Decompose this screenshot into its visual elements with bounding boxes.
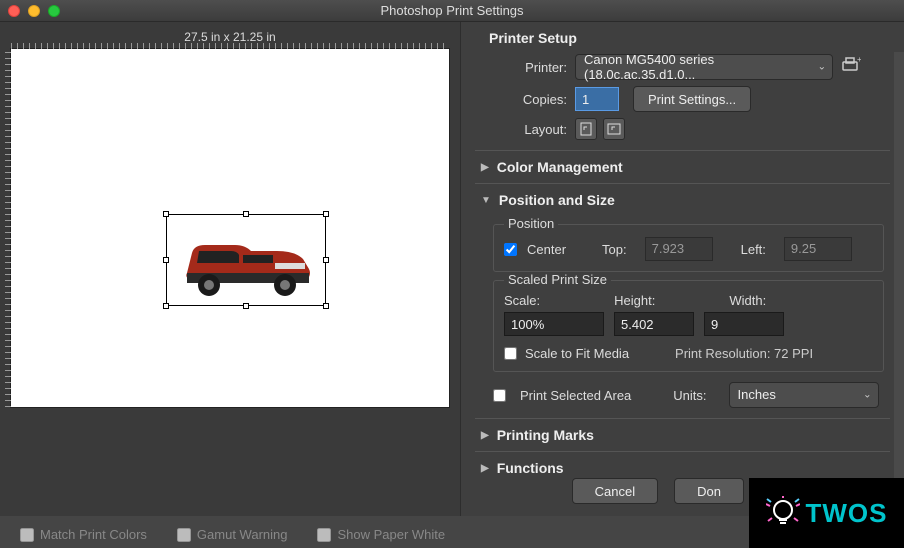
section-label: Printing Marks: [497, 427, 594, 443]
copies-label: Copies:: [489, 92, 567, 107]
units-label: Units:: [673, 388, 706, 403]
window-title: Photoshop Print Settings: [0, 3, 904, 18]
units-select[interactable]: Inches ⌄: [729, 382, 879, 408]
chevron-right-icon: ▶: [481, 430, 489, 441]
add-printer-icon[interactable]: +: [841, 56, 861, 79]
units-value: Inches: [738, 387, 776, 402]
done-button[interactable]: Don: [674, 478, 744, 504]
cancel-button[interactable]: Cancel: [572, 478, 658, 504]
position-legend: Position: [504, 216, 558, 231]
show-paper-white-label: Show Paper White: [337, 527, 445, 542]
twos-watermark: TWOS: [749, 478, 904, 548]
layout-landscape-button[interactable]: [603, 118, 625, 140]
section-label: Color Management: [497, 159, 623, 175]
gamut-warning-checkbox: [177, 528, 191, 542]
print-canvas[interactable]: [10, 48, 450, 408]
print-resolution: Print Resolution: 72 PPI: [675, 346, 813, 361]
chevron-right-icon: ▶: [481, 463, 489, 474]
height-label: Height:: [614, 293, 655, 308]
svg-text:+: +: [857, 56, 861, 64]
layout-portrait-button[interactable]: [575, 118, 597, 140]
preview-panel: 27.5 in x 21.25 in: [0, 22, 460, 516]
chevron-down-icon: ⌄: [863, 390, 871, 401]
resize-handle[interactable]: [163, 257, 169, 263]
position-fieldset: Position Center Top: 7.923 Left: 9.25: [493, 224, 884, 272]
print-selected-area-label: Print Selected Area: [520, 388, 631, 403]
twos-text: TWOS: [806, 498, 888, 529]
scale-to-fit-label: Scale to Fit Media: [525, 346, 629, 361]
titlebar: Photoshop Print Settings: [0, 0, 904, 22]
printing-marks-section[interactable]: ▶ Printing Marks: [475, 418, 890, 451]
position-size-section[interactable]: ▼ Position and Size: [475, 183, 890, 216]
printer-value: Canon MG5400 series (18.0c.ac.35.d1.0...: [584, 52, 810, 82]
left-label: Left:: [741, 242, 766, 257]
resize-handle[interactable]: [243, 211, 249, 217]
lightbulb-icon: [766, 496, 800, 530]
resize-handle[interactable]: [163, 303, 169, 309]
width-input[interactable]: [704, 312, 784, 336]
settings-panel: Printer Setup Printer: Canon MG5400 seri…: [460, 22, 904, 516]
chevron-down-icon: ⌄: [818, 62, 826, 73]
canvas-dimensions: 27.5 in x 21.25 in: [184, 30, 275, 44]
width-label: Width:: [729, 293, 766, 308]
resize-handle[interactable]: [323, 257, 329, 263]
scaled-print-fieldset: Scaled Print Size Scale: Height: Width: …: [493, 280, 884, 372]
copies-input[interactable]: [575, 87, 619, 111]
chevron-right-icon: ▶: [481, 162, 489, 173]
printer-label: Printer:: [489, 60, 567, 75]
section-label: Position and Size: [499, 192, 615, 208]
color-management-section[interactable]: ▶ Color Management: [475, 150, 890, 183]
section-label: Functions: [497, 460, 564, 476]
preview-options: Match Print Colors Gamut Warning Show Pa…: [20, 527, 445, 542]
resize-handle[interactable]: [163, 211, 169, 217]
printer-select[interactable]: Canon MG5400 series (18.0c.ac.35.d1.0...…: [575, 54, 833, 80]
print-settings-button[interactable]: Print Settings...: [633, 86, 751, 112]
scale-label: Scale:: [504, 293, 540, 308]
show-paper-white-checkbox: [317, 528, 331, 542]
truck-image: [177, 223, 317, 299]
image-bounding-box[interactable]: [166, 214, 326, 306]
print-selected-area-checkbox[interactable]: [493, 389, 506, 402]
layout-label: Layout:: [489, 122, 567, 137]
chevron-down-icon: ▼: [481, 195, 491, 206]
gamut-warning-label: Gamut Warning: [197, 527, 288, 542]
center-label: Center: [527, 242, 566, 257]
match-print-colors-checkbox: [20, 528, 34, 542]
scale-input[interactable]: [504, 312, 604, 336]
top-label: Top:: [602, 242, 627, 257]
top-value: 7.923: [645, 237, 713, 261]
scale-to-fit-checkbox[interactable]: [504, 347, 517, 360]
left-value: 9.25: [784, 237, 852, 261]
resize-handle[interactable]: [323, 211, 329, 217]
resize-handle[interactable]: [243, 303, 249, 309]
scaled-legend: Scaled Print Size: [504, 272, 611, 287]
center-checkbox[interactable]: [504, 243, 517, 256]
height-input[interactable]: [614, 312, 694, 336]
match-print-colors-label: Match Print Colors: [40, 527, 147, 542]
printer-setup-heading: Printer Setup: [489, 30, 890, 46]
resize-handle[interactable]: [323, 303, 329, 309]
scrollbar[interactable]: [894, 52, 904, 516]
